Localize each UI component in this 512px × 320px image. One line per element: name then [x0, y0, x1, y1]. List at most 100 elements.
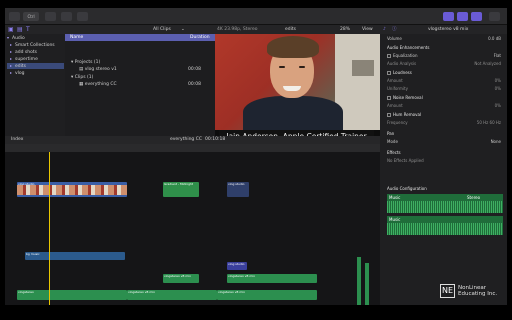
format-label: 4K 23.98p, Stereo [217, 27, 258, 32]
inspector-toolbar: ♪ ⓘ vlogstereo v8 mix [380, 25, 507, 34]
title-clip[interactable]: vlog studio [227, 262, 247, 270]
disclosure-icon[interactable]: ▾ [65, 75, 75, 80]
ctrl-button[interactable]: Ctrl [23, 12, 39, 21]
uniformity-row[interactable]: Uniformity 0% [387, 86, 505, 92]
presenter-hair [267, 36, 319, 58]
presenter-eye [279, 66, 285, 68]
audio-clip[interactable]: bg music [25, 252, 125, 260]
browser-toggle-icon[interactable] [443, 12, 454, 21]
import-icon[interactable] [45, 12, 56, 21]
timeline-ruler[interactable] [5, 144, 380, 152]
frequency-row[interactable]: Frequency 50 Hz 60 Hz [387, 120, 505, 126]
loudness-row[interactable]: Loudness [387, 70, 505, 76]
timeline-toolbar: Index everything CC 00:10:18 [5, 136, 380, 144]
branding-text: NonLinear Educating Inc. [458, 285, 498, 297]
sidebar-item-audio[interactable]: ▾ Audio [7, 35, 64, 41]
sidebar-item-add-shots[interactable]: ▸ add shots [7, 49, 64, 55]
presenter-eye [299, 66, 305, 68]
zoom-dropdown[interactable]: 28% [340, 25, 350, 34]
audio-clip[interactable]: vlogstereo [17, 290, 127, 300]
photos-icon[interactable]: ▤ [17, 26, 23, 33]
audio-clip[interactable]: vlogstereo v8 mix [227, 274, 317, 283]
hum-removal-checkbox[interactable] [387, 113, 391, 117]
volume-row[interactable]: Volume 0.0 dB [387, 36, 505, 42]
clip-filter-dropdown[interactable]: All Clips [153, 25, 171, 34]
timeline[interactable]: vlog studio Gradient - Midnight vlog stu… [5, 152, 380, 305]
noise-removal-row[interactable]: Noise Removal [387, 95, 505, 101]
inspector-title: vlogstereo v8 mix [428, 27, 469, 32]
share-icon[interactable] [489, 12, 500, 21]
clip-icon: ▦ [79, 82, 85, 87]
no-effects-row: No Effects Applied [387, 158, 424, 163]
sidebar-item-vlog[interactable]: ▸ vlog [7, 70, 64, 76]
nonlinear-logo: NE [440, 284, 455, 298]
browser-row[interactable]: ▤ vlog stereo v1 00:08 [65, 67, 215, 73]
audio-configuration-header[interactable]: Audio Configuration [387, 186, 505, 192]
viewer-clip-name: edits [285, 27, 296, 32]
video-frame [215, 34, 380, 130]
audio-analysis-row: Audio Analysis Not Analyzed [387, 61, 501, 66]
browser-row[interactable]: ▦ everything CC 00:08 [65, 82, 215, 88]
browser-column-header: Name Duration [65, 34, 215, 41]
project-icon: ▤ [79, 67, 85, 72]
letterbox-bar [5, 305, 507, 320]
library-toolbar: ▣ ▤ T [5, 25, 65, 34]
generator-clip[interactable]: Gradient - Midnight [163, 182, 199, 197]
browser-row[interactable]: ▾ Clips (1) [65, 75, 215, 81]
column-duration[interactable]: Duration [190, 34, 210, 41]
keywords-icon[interactable] [61, 12, 72, 21]
audio-inspector-icon[interactable]: ♪ [383, 25, 386, 34]
equalization-checkbox[interactable] [387, 54, 391, 58]
audio-clip[interactable]: vlogstereo v8 mix [163, 274, 199, 283]
browser-row[interactable]: ▾ Projects (1) [65, 60, 215, 66]
background-tasks-icon[interactable] [77, 12, 88, 21]
viewer-panel[interactable]: Iain Anderson, Apple Certified Trainer [215, 34, 380, 144]
pan-mode-row[interactable]: Mode None [387, 139, 505, 145]
view-dropdown[interactable]: View [362, 25, 373, 34]
waveform-graphic [387, 223, 503, 235]
pan-header[interactable]: Pan [387, 131, 505, 137]
browser-toolbar: All Clips ⌄ [65, 25, 215, 34]
right-meter [365, 263, 369, 305]
final-cut-window: Ctrl ▣ ▤ T ▾ Audio ▸ Smart Collections ▸ ad… [5, 8, 507, 305]
background-appliance [352, 60, 374, 76]
audio-meters [353, 192, 375, 305]
audio-channel-waveform[interactable]: Music Stereo [387, 194, 503, 213]
titles-icon[interactable]: T [26, 26, 30, 33]
sidebar-item-smart-collections[interactable]: ▸ Smart Collections [7, 42, 64, 48]
timeline-toggle-icon[interactable] [457, 12, 468, 21]
browser-panel: Name Duration ▾ Projects (1) ▤ vlog ster… [65, 34, 215, 144]
presenter-smile [283, 86, 301, 91]
playhead[interactable] [49, 152, 50, 305]
video-clip[interactable]: vlog studio [227, 182, 249, 197]
effects-header[interactable]: Effects [387, 150, 505, 156]
loudness-amount-row[interactable]: Amount 0% [387, 78, 505, 84]
sidebar-item-supertime[interactable]: ▸ supertime [7, 56, 64, 62]
equalization-row[interactable]: Equalization Flat [387, 53, 505, 59]
audio-channel-waveform[interactable]: Music [387, 216, 503, 235]
loudness-checkbox[interactable] [387, 71, 391, 75]
chevron-down-icon[interactable]: ⌄ [181, 25, 185, 34]
waveform-graphic [387, 201, 503, 213]
timeline-timecode: 00:10:18 [205, 137, 226, 142]
noise-amount-row[interactable]: Amount 0% [387, 103, 505, 109]
index-button[interactable]: Index [11, 136, 23, 144]
sidebar-item-edits[interactable]: ▸ edits [7, 63, 64, 69]
title-bar: Ctrl [5, 8, 507, 25]
close-window-button[interactable] [9, 12, 20, 21]
disclosure-icon[interactable]: ▾ [65, 60, 75, 65]
audio-clip[interactable]: vlogstereo v8 mix [127, 290, 217, 300]
audio-enhancements-header[interactable]: Audio Enhancements [387, 45, 505, 51]
presenter-shirt [243, 96, 343, 130]
viewer-toolbar: 4K 23.98p, Stereo edits 28% View [215, 25, 380, 34]
hum-removal-row[interactable]: Hum Removal [387, 112, 505, 118]
video-clip[interactable]: vlog studio [17, 182, 127, 197]
libraries-icon[interactable]: ▣ [8, 26, 14, 33]
noise-removal-checkbox[interactable] [387, 96, 391, 100]
clip-thumbnails [17, 185, 127, 195]
info-inspector-icon[interactable]: ⓘ [392, 25, 397, 34]
column-name[interactable]: Name [70, 34, 83, 41]
audio-clip[interactable]: vlogstereo v8 mix [217, 290, 317, 300]
inspector-toggle-icon[interactable] [471, 12, 482, 21]
project-name: everything CC [170, 137, 203, 142]
